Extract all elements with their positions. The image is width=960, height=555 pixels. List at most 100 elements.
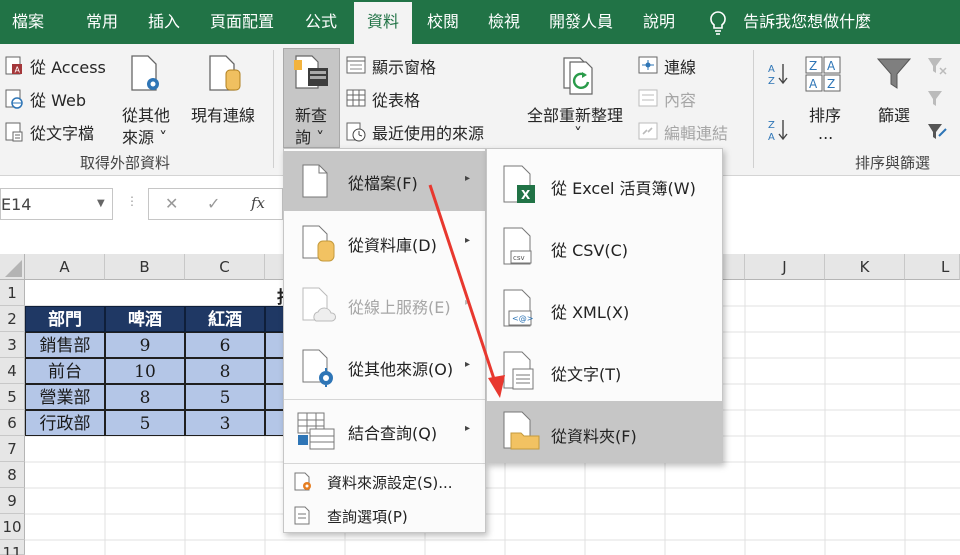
column-header[interactable]: J: [745, 254, 825, 280]
xml-file-icon: <@>: [503, 289, 533, 327]
edit-links-button[interactable]: 編輯連結: [664, 120, 728, 144]
select-all-corner[interactable]: [0, 254, 25, 280]
tab-data[interactable]: 資料: [354, 2, 412, 44]
refresh-all-button[interactable]: 全部重新整理: [527, 102, 623, 126]
table-cell[interactable]: 行政部: [25, 410, 105, 436]
from-web-button[interactable]: 從 Web: [30, 87, 86, 111]
table-cell[interactable]: 5: [185, 384, 265, 410]
table-cell[interactable]: [265, 410, 285, 436]
row-header[interactable]: 9: [0, 488, 25, 514]
menu-item-from-xml[interactable]: <@> 從 XML(X): [487, 279, 722, 339]
enter-icon[interactable]: ✓: [207, 194, 220, 213]
submenu-arrow-icon: ▸: [465, 359, 471, 370]
row-header[interactable]: 10: [0, 514, 25, 540]
menu-item-from-other-sources[interactable]: 從其他來源(O) ▸: [284, 337, 485, 397]
name-box[interactable]: E14 ▼: [0, 188, 113, 220]
row-header[interactable]: 11: [0, 540, 25, 555]
row-header[interactable]: 2: [0, 306, 25, 332]
table-cell[interactable]: 10: [105, 358, 185, 384]
refresh-all-dropdown[interactable]: ˅: [574, 124, 582, 143]
menu-item-from-online-services[interactable]: 從線上服務(E) ▸: [284, 275, 485, 335]
excel-workbook-icon: X: [503, 165, 535, 203]
tab-view[interactable]: 檢視: [488, 0, 520, 44]
menu-separator: [284, 399, 485, 400]
from-other-sources-line2[interactable]: 來源 ˅: [122, 124, 167, 148]
table-cell[interactable]: 5: [105, 410, 185, 436]
other-sources-icon: [302, 349, 333, 387]
svg-text:A: A: [809, 77, 818, 91]
from-table-button[interactable]: 從表格: [372, 87, 420, 111]
filter-button[interactable]: 篩選: [878, 102, 910, 126]
menu-item-from-csv[interactable]: csv 從 CSV(C): [487, 217, 722, 277]
name-box-dropdown-icon[interactable]: ▼: [97, 198, 105, 209]
column-header[interactable]: L: [905, 254, 960, 280]
tab-developer[interactable]: 開發人員: [549, 0, 613, 44]
menu-item-query-options[interactable]: 查詢選項(P): [284, 499, 485, 531]
row-header[interactable]: 1: [0, 280, 25, 306]
access-icon: A: [5, 56, 23, 80]
properties-button[interactable]: 內容: [664, 87, 696, 111]
cancel-icon[interactable]: ✕: [165, 194, 178, 213]
menu-item-label: 查詢選項(P): [327, 508, 408, 526]
tab-insert[interactable]: 插入: [148, 0, 180, 44]
table-cell[interactable]: 9: [105, 332, 185, 358]
column-header[interactable]: C: [185, 254, 265, 280]
table-cell[interactable]: 8: [185, 358, 265, 384]
submenu-arrow-icon: ▸: [465, 423, 471, 434]
table-header-cell[interactable]: [265, 306, 285, 332]
menu-item-label: 從其他來源(O): [348, 360, 454, 379]
tab-review[interactable]: 校閱: [427, 0, 459, 44]
table-cell[interactable]: 銷售部: [25, 332, 105, 358]
existing-connections-button[interactable]: 現有連線: [191, 102, 255, 126]
row-header[interactable]: 7: [0, 436, 25, 462]
table-header-cell[interactable]: 紅酒: [185, 306, 265, 332]
submenu-arrow-icon: ▸: [465, 297, 471, 308]
from-text-button[interactable]: 從文字檔: [30, 120, 94, 144]
menu-item-combine-queries[interactable]: 結合查詢(Q) ▸: [284, 401, 485, 461]
menu-item-from-folder[interactable]: 從資料夾(F): [487, 401, 722, 462]
menu-item-from-text[interactable]: 從文字(T): [487, 341, 722, 401]
table-cell[interactable]: 8: [105, 384, 185, 410]
menu-item-data-source-settings[interactable]: 資料來源設定(S)...: [284, 465, 485, 497]
from-access-button[interactable]: 從 Access: [30, 54, 106, 78]
sort-icon: ZAAZ: [805, 56, 843, 96]
column-header[interactable]: A: [25, 254, 105, 280]
svg-text:A: A: [768, 132, 775, 142]
from-table-icon: [346, 89, 366, 111]
tab-formulas[interactable]: 公式: [305, 0, 337, 44]
row-header[interactable]: 3: [0, 332, 25, 358]
menu-bar: 檔案 常用 插入 頁面配置 公式 資料 校閱 檢視 開發人員 說明 告訴我您想做…: [0, 0, 960, 44]
from-other-sources-line1[interactable]: 從其他: [122, 102, 170, 126]
column-header[interactable]: K: [825, 254, 905, 280]
table-cell[interactable]: [265, 332, 285, 358]
connections-button[interactable]: 連線: [664, 54, 696, 78]
table-header-cell[interactable]: 部門: [25, 306, 105, 332]
show-queries-button[interactable]: 顯示窗格: [372, 54, 436, 78]
row-header[interactable]: 4: [0, 358, 25, 384]
table-cell[interactable]: 前台: [25, 358, 105, 384]
row-header[interactable]: 6: [0, 410, 25, 436]
menu-item-from-excel-workbook[interactable]: X 從 Excel 活頁簿(W): [487, 155, 722, 215]
sort-button[interactable]: 排序: [809, 102, 841, 126]
row-header[interactable]: 8: [0, 462, 25, 488]
recent-sources-icon: [346, 122, 366, 146]
column-header[interactable]: B: [105, 254, 185, 280]
tab-page-layout[interactable]: 頁面配置: [210, 0, 274, 44]
table-header-cell[interactable]: 啤酒: [105, 306, 185, 332]
row-header[interactable]: 5: [0, 384, 25, 410]
table-cell[interactable]: 6: [185, 332, 265, 358]
menu-item-from-database[interactable]: 從資料庫(D) ▸: [284, 213, 485, 273]
tab-home[interactable]: 常用: [86, 0, 118, 44]
menu-item-from-file[interactable]: 從檔案(F) ▸: [284, 151, 485, 211]
table-cell[interactable]: [265, 358, 285, 384]
table-cell[interactable]: 3: [185, 410, 265, 436]
table-cell[interactable]: [265, 384, 285, 410]
tab-help[interactable]: 說明: [643, 0, 675, 44]
tell-me-box[interactable]: 告訴我您想做什麼: [708, 0, 871, 44]
menu-item-label: 從 XML(X): [551, 303, 630, 322]
recent-sources-button[interactable]: 最近使用的來源: [372, 120, 484, 144]
table-cell[interactable]: 營業部: [25, 384, 105, 410]
svg-text:A: A: [15, 66, 21, 75]
insert-function-icon[interactable]: fx: [251, 194, 265, 212]
tab-file[interactable]: 檔案: [12, 0, 44, 44]
